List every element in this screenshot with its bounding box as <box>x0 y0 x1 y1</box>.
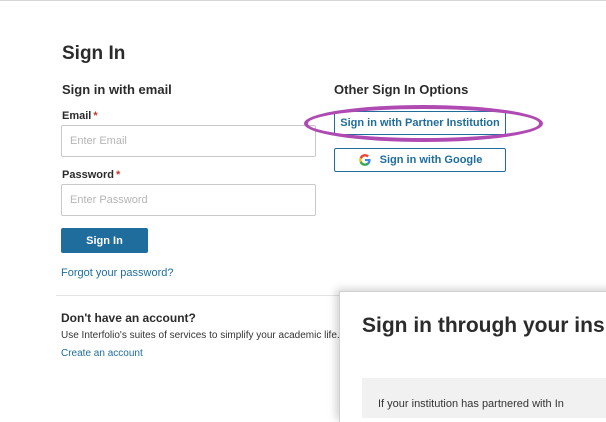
panel-info-box: If your institution has partnered with I… <box>362 378 606 418</box>
google-icon <box>358 154 371 166</box>
sign-in-page: Sign In Sign in with email Email* Passwo… <box>0 0 606 422</box>
required-marker: * <box>115 169 121 181</box>
panel-info-text: If your institution has partnered with I… <box>378 398 564 410</box>
account-description: Use Interfolio's suites of services to s… <box>61 330 340 341</box>
required-marker: * <box>93 110 98 122</box>
email-label: Email * <box>62 110 98 122</box>
create-account-link[interactable]: Create an account <box>61 348 143 359</box>
email-label-text: Email <box>62 110 92 122</box>
partner-sign-in-panel: Sign in through your ins If your institu… <box>339 291 606 422</box>
page-title: Sign In <box>62 43 126 64</box>
google-button-label: Sign in with Google <box>379 154 483 166</box>
sign-in-button[interactable]: Sign In <box>61 228 148 253</box>
password-input[interactable] <box>61 184 316 216</box>
email-input[interactable] <box>61 125 316 157</box>
other-options-heading: Other Sign In Options <box>334 82 469 97</box>
password-label-text: Password <box>62 169 114 181</box>
account-heading: Don't have an account? <box>61 311 196 325</box>
forgot-password-link[interactable]: Forgot your password? <box>61 267 174 279</box>
panel-title: Sign in through your ins <box>362 314 605 337</box>
google-sign-in-button[interactable]: Sign in with Google <box>334 148 506 172</box>
highlight-annotation <box>304 105 543 142</box>
password-label: Password * <box>62 169 120 181</box>
email-section-heading: Sign in with email <box>62 82 172 97</box>
